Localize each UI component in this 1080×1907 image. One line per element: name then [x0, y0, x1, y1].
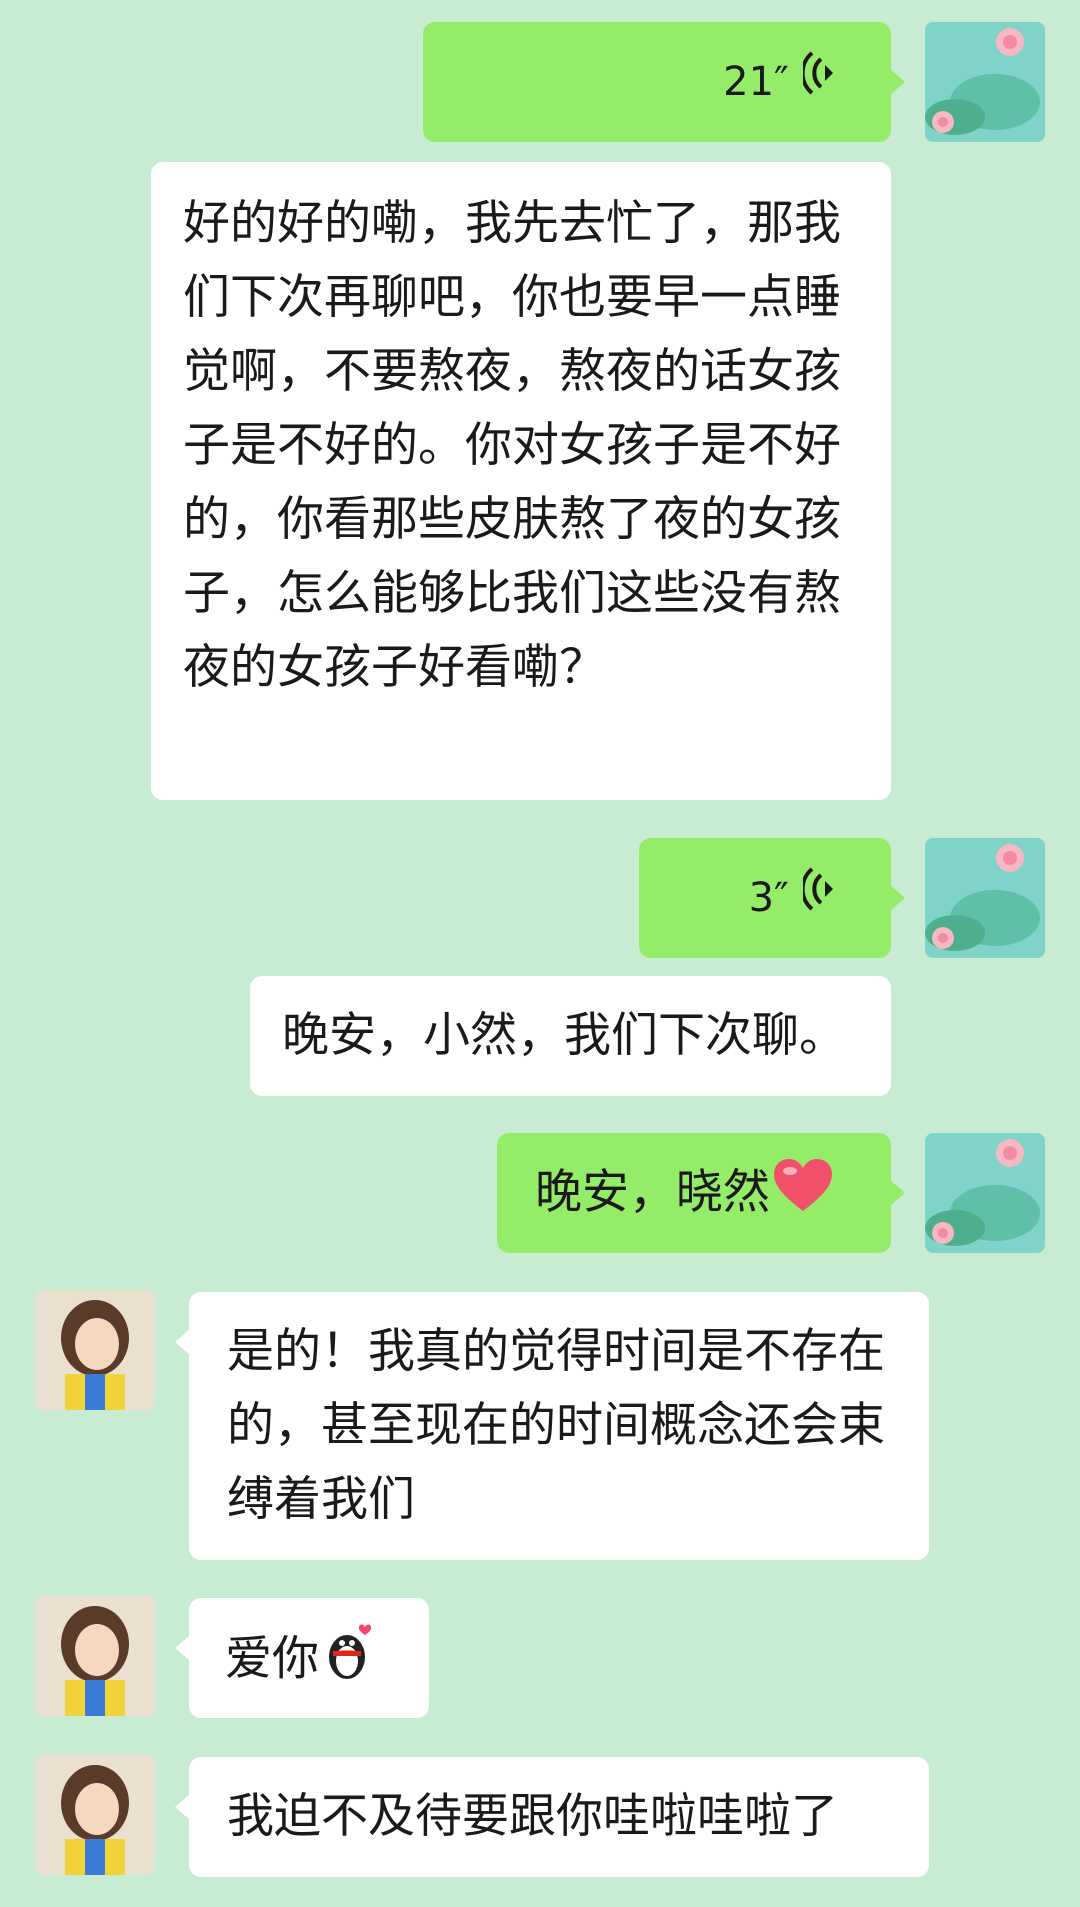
qq-penguin-emoji	[325, 1621, 377, 1703]
text-message-bubble[interactable]: 我迫不及待要跟你哇啦哇啦了	[189, 1757, 929, 1877]
voice-wave-icon	[800, 45, 839, 119]
voice-duration: 3″	[748, 875, 789, 921]
contact-avatar[interactable]	[35, 1596, 155, 1716]
message-text: 是的！我真的觉得时间是不存在的，甚至现在的时间概念还会束缚着我们	[227, 1324, 885, 1527]
voice-wave-icon	[800, 861, 839, 935]
self-avatar[interactable]	[925, 838, 1045, 958]
text-message-bubble[interactable]: 好的好的嘞，我先去忙了，那我们下次再聊吧，你也要早一点睡觉啊，不要熬夜，熬夜的话…	[151, 162, 891, 800]
heart-emoji	[772, 1157, 834, 1235]
contact-avatar[interactable]	[35, 1290, 155, 1410]
self-avatar[interactable]	[925, 22, 1045, 142]
text-message-bubble[interactable]: 晚安，晓然	[497, 1133, 891, 1253]
voice-message-bubble[interactable]: 21″	[423, 22, 891, 142]
contact-avatar[interactable]	[35, 1755, 155, 1875]
voice-duration: 21″	[723, 59, 789, 105]
text-message-bubble[interactable]: 是的！我真的觉得时间是不存在的，甚至现在的时间概念还会束缚着我们	[189, 1292, 929, 1560]
message-text: 好的好的嘞，我先去忙了，那我们下次再聊吧，你也要早一点睡觉啊，不要熬夜，熬夜的话…	[183, 196, 841, 695]
message-text: 晚安，小然，我们下次聊。	[282, 1008, 846, 1063]
text-message-bubble[interactable]: 爱你	[189, 1598, 429, 1718]
message-text: 晚安，晓然	[535, 1165, 770, 1220]
voice-message-bubble[interactable]: 3″	[639, 838, 891, 958]
self-avatar[interactable]	[925, 1133, 1045, 1253]
text-message-bubble[interactable]: 晚安，小然，我们下次聊。	[250, 976, 891, 1096]
message-text: 爱你	[225, 1631, 319, 1687]
message-text: 我迫不及待要跟你哇啦哇啦了	[227, 1789, 838, 1844]
